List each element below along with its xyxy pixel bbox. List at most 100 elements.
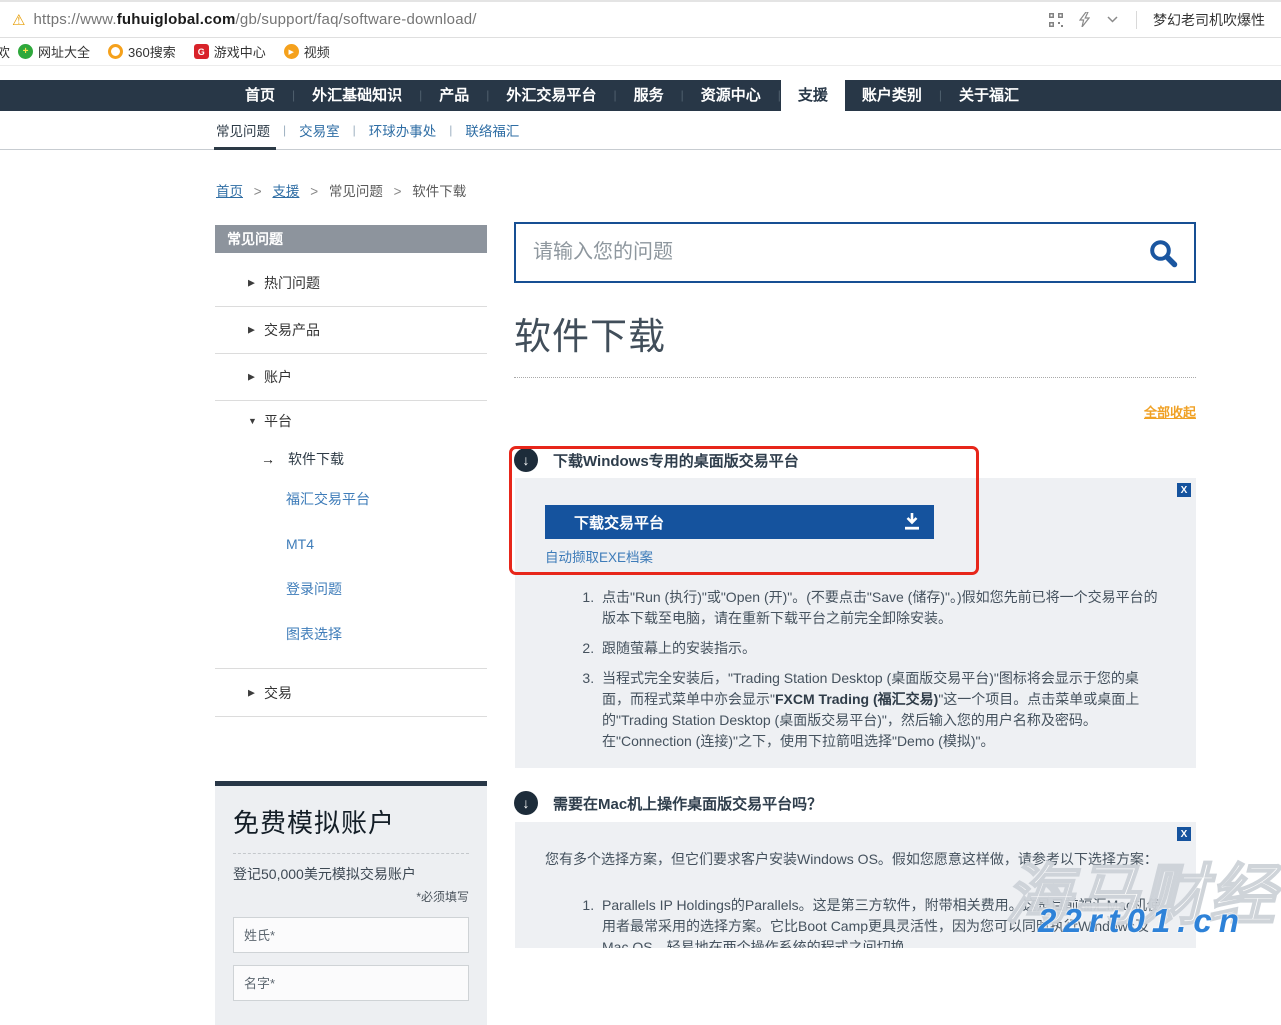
mac-options-list: Parallels IP Holdings的Parallels。这是第三方软件，… bbox=[545, 895, 1166, 948]
subnav-divider bbox=[283, 123, 286, 137]
sidebar-item-hot-questions[interactable]: ▶ 热门问题 bbox=[215, 260, 487, 307]
url-field[interactable]: https://www.fuhuiglobal.com/gb/support/f… bbox=[33, 11, 1048, 28]
url-path: /gb/support/faq/software-download/ bbox=[236, 11, 477, 28]
nav-item-products[interactable]: 产品 bbox=[422, 80, 486, 111]
lightning-icon[interactable] bbox=[1076, 12, 1092, 28]
bookmark-label: 视频 bbox=[304, 42, 330, 61]
breadcrumb-support[interactable]: 支援 bbox=[272, 184, 299, 199]
breadcrumb-faq: 常见问题 bbox=[329, 184, 383, 199]
search-icon[interactable] bbox=[1148, 238, 1178, 268]
addressbar-actions: 梦幻老司机吹爆性 bbox=[1048, 10, 1271, 30]
support-subnav: 常见问题 交易室 环球办事处 联络福汇 bbox=[0, 111, 1281, 150]
mac-options-panel: 您有多个选择方案，但它们要求客户安装Windows OS。假如您愿意这样做，请参… bbox=[515, 822, 1196, 948]
faq-sidebar: 常见问题 ▶ 热门问题 ▶ 交易产品 ▶ 账户 ▼ 平台 → 软件下载 福汇交易… bbox=[215, 225, 487, 1025]
dotted-divider bbox=[514, 377, 1196, 378]
accordion-down-arrow-icon bbox=[514, 791, 538, 815]
required-note: *必须填写 bbox=[233, 888, 469, 905]
bookmark-label: 360搜索 bbox=[128, 42, 176, 61]
expanded-arrow-icon: ▼ bbox=[248, 416, 257, 426]
list-item: Parallels IP Holdings的Parallels。这是第三方软件，… bbox=[598, 895, 1166, 948]
breadcrumb-separator: > bbox=[254, 184, 262, 199]
sites-icon: + bbox=[18, 44, 33, 59]
subnav-item-offices[interactable]: 环球办事处 bbox=[369, 120, 437, 140]
sidebar-item-label: 热门问题 bbox=[264, 273, 320, 293]
subnav-divider bbox=[449, 123, 452, 137]
address-bar: ⚠ https://www.fuhuiglobal.com/gb/support… bbox=[0, 0, 1281, 38]
bookmark-label: 游戏中心 bbox=[214, 42, 266, 61]
close-icon[interactable] bbox=[1177, 483, 1191, 497]
bookmark-item-video[interactable]: ▶ 视频 bbox=[284, 42, 330, 61]
download-platform-button[interactable]: 下载交易平台 bbox=[545, 505, 934, 539]
breadcrumb-separator: > bbox=[310, 184, 318, 199]
sidebar-title: 常见问题 bbox=[215, 225, 487, 253]
bookmark-partial-label[interactable]: 欢 bbox=[0, 42, 10, 61]
page-title: 软件下载 bbox=[514, 306, 666, 360]
bookmark-item-games[interactable]: G游戏中心 bbox=[194, 42, 266, 61]
breadcrumb-separator: > bbox=[394, 184, 402, 199]
sidebar-item-label: 软件下载 bbox=[288, 449, 344, 469]
bookmark-item-360search[interactable]: 360搜索 bbox=[108, 42, 176, 61]
sidebar-item-platform-expanded[interactable]: ▼ 平台 bbox=[215, 401, 487, 441]
sidebar-item-trading[interactable]: ▶ 交易 bbox=[215, 669, 487, 717]
sidebar-item-label: 登录问题 bbox=[286, 579, 342, 599]
sidebar-item-label: 交易产品 bbox=[264, 320, 320, 340]
nav-item-about[interactable]: 关于福汇 bbox=[942, 80, 1036, 111]
sidebar-item-trading-products[interactable]: ▶ 交易产品 bbox=[215, 307, 487, 354]
collapsed-arrow-icon: ▶ bbox=[248, 687, 255, 698]
download-icon bbox=[903, 513, 921, 530]
breadcrumb-home[interactable]: 首页 bbox=[216, 184, 243, 199]
qr-code-icon[interactable] bbox=[1048, 12, 1064, 28]
demo-account-box: 免费模拟账户 登记50,000美元模拟交易账户 *必须填写 bbox=[215, 781, 487, 1025]
sidebar-item-fxcm-platform[interactable]: 福汇交易平台 bbox=[215, 476, 487, 521]
nav-item-forex-basics[interactable]: 外汇基础知识 bbox=[295, 80, 419, 111]
breadcrumb-current: 软件下载 bbox=[412, 184, 466, 199]
sidebar-item-accounts[interactable]: ▶ 账户 bbox=[215, 354, 487, 401]
subnav-item-faq-active[interactable]: 常见问题 bbox=[216, 120, 270, 140]
windows-download-panel: 下载交易平台 自动撷取EXE档案 点击"Run (执行)"或"Open (开)"… bbox=[515, 478, 1196, 768]
first-name-field[interactable] bbox=[233, 965, 469, 1001]
search360-icon bbox=[108, 44, 123, 59]
sidebar-item-label: 交易 bbox=[264, 683, 292, 703]
browser-side-title: 梦幻老司机吹爆性 bbox=[1153, 10, 1271, 30]
nav-item-platforms[interactable]: 外汇交易平台 bbox=[489, 80, 613, 111]
sidebar-item-label: 平台 bbox=[264, 411, 292, 431]
mac-intro-text: 您有多个选择方案，但它们要求客户安装Windows OS。假如您愿意这样做，请参… bbox=[545, 849, 1166, 869]
accordion-header-windows-download[interactable]: 下载Windows专用的桌面版交易平台 bbox=[514, 448, 1196, 472]
sidebar-item-charting[interactable]: 图表选择 bbox=[215, 611, 487, 656]
collapse-all-row: 全部收起 bbox=[514, 402, 1196, 422]
nav-item-account-types[interactable]: 账户类别 bbox=[845, 80, 939, 111]
sidebar-item-software-download-active[interactable]: → 软件下载 bbox=[215, 441, 487, 476]
sidebar-item-login-issues[interactable]: 登录问题 bbox=[215, 566, 487, 611]
download-button-label: 下载交易平台 bbox=[574, 515, 664, 532]
accordion-down-arrow-icon bbox=[514, 448, 538, 472]
demo-account-title: 免费模拟账户 bbox=[233, 803, 469, 840]
bookmark-item-sites[interactable]: + 网址大全 bbox=[18, 42, 90, 61]
faq-search-box bbox=[514, 222, 1196, 283]
bookmark-label: 网址大全 bbox=[38, 42, 90, 61]
accordion-title: 需要在Mac机上操作桌面版交易平台吗？ bbox=[553, 793, 822, 814]
subnav-item-trading-room[interactable]: 交易室 bbox=[299, 120, 340, 140]
sidebar-item-mt4[interactable]: MT4 bbox=[215, 521, 487, 566]
collapsed-arrow-icon: ▶ bbox=[248, 372, 255, 383]
accordion-header-mac[interactable]: 需要在Mac机上操作桌面版交易平台吗？ bbox=[514, 791, 1196, 815]
exe-file-link[interactable]: 自动撷取EXE档案 bbox=[545, 546, 653, 566]
url-domain: fuhuiglobal.com bbox=[117, 11, 236, 28]
nav-item-home[interactable]: 首页 bbox=[228, 80, 292, 111]
collapsed-arrow-icon: ▶ bbox=[248, 278, 255, 289]
search-input[interactable] bbox=[516, 241, 1148, 264]
sidebar-menu: ▶ 热门问题 ▶ 交易产品 ▶ 账户 ▼ 平台 → 软件下载 福汇交易平台 MT… bbox=[215, 260, 487, 717]
chevron-down-icon[interactable] bbox=[1104, 12, 1120, 28]
nav-item-resources[interactable]: 资源中心 bbox=[684, 80, 778, 111]
nav-item-support-active[interactable]: 支援 bbox=[781, 80, 845, 122]
sidebar-item-label: 福汇交易平台 bbox=[286, 489, 370, 509]
sidebar-item-label: MT4 bbox=[286, 536, 314, 552]
video-icon: ▶ bbox=[284, 44, 299, 59]
dashed-divider bbox=[233, 853, 469, 854]
url-prefix: https://www. bbox=[33, 11, 116, 28]
subnav-item-contact[interactable]: 联络福汇 bbox=[465, 120, 519, 140]
subnav-divider bbox=[353, 123, 356, 137]
collapse-all-link[interactable]: 全部收起 bbox=[1144, 405, 1196, 420]
nav-item-services[interactable]: 服务 bbox=[617, 80, 681, 111]
addressbar-divider bbox=[1136, 11, 1137, 29]
close-icon[interactable] bbox=[1177, 827, 1191, 841]
